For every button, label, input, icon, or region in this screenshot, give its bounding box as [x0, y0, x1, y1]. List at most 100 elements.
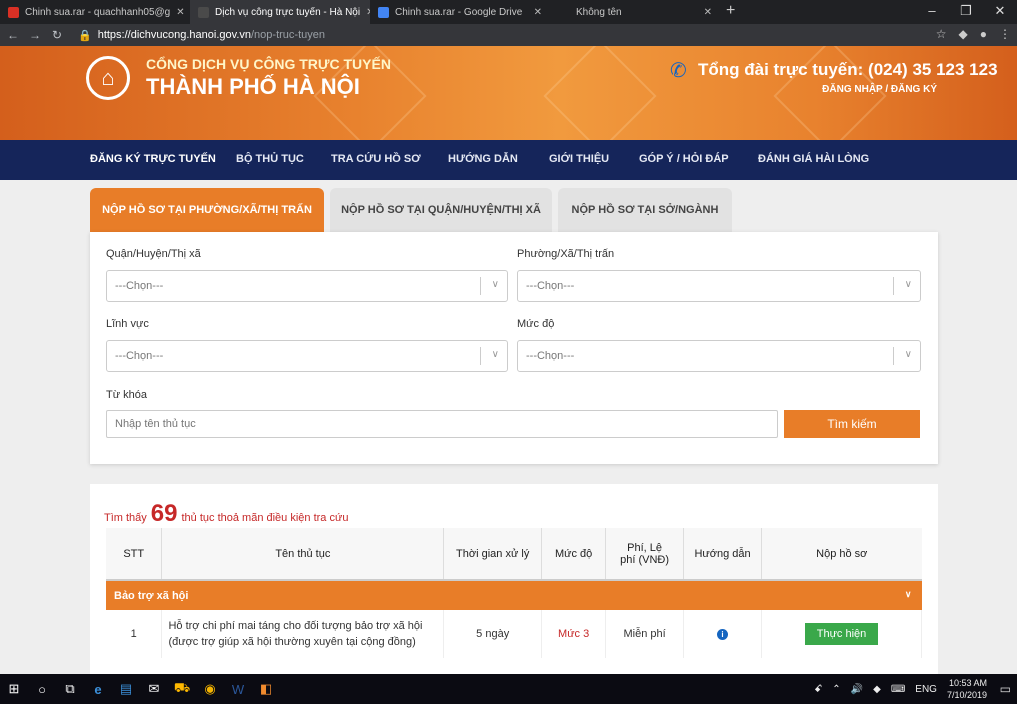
nav-huong-dan[interactable]: HƯỚNG DẪN — [448, 153, 518, 165]
select-value: ---Chọn--- — [526, 350, 575, 362]
volume-icon[interactable]: 🔊 — [851, 684, 863, 695]
row-guide: i — [683, 610, 763, 658]
word-icon[interactable]: W — [224, 674, 252, 704]
col-stt: STT — [106, 528, 163, 581]
browser-tab-label: Dịch vụ công trực tuyến - Hà Nội — [215, 6, 361, 18]
browser-tab-gmail[interactable]: Chinh sua.rar - quachhanh05@g ✕ — [0, 0, 190, 24]
clock-time: 10:53 AM — [948, 678, 987, 688]
info-icon[interactable]: i — [717, 629, 729, 640]
district-label: Quận/Huyện/Thị xã — [106, 248, 201, 260]
col-phi: Phí, Lệ phí (VNĐ) — [605, 528, 685, 581]
file-explorer-icon[interactable]: ▤ — [112, 674, 140, 704]
keyword-input[interactable] — [106, 410, 778, 438]
search-button[interactable]: Tìm kiếm — [784, 410, 920, 438]
hanoi-logo-icon[interactable]: ⌂ — [86, 56, 130, 100]
tab-quan-huyen[interactable]: NỘP HỒ SƠ TẠI QUẬN/HUYỆN/THỊ XÃ — [330, 188, 552, 232]
select-value: ---Chọn--- — [115, 350, 164, 362]
task-view-icon[interactable]: ⧉ — [56, 674, 84, 704]
people-icon[interactable]: ꗃ — [814, 684, 822, 695]
table-row: 1 Hỗ trợ chi phí mai táng cho đối tượng … — [106, 610, 922, 658]
row-procedure-name[interactable]: Hỗ trợ chi phí mai táng cho đối tượng bả… — [161, 610, 445, 658]
browser-tab-dichvucong[interactable]: Dịch vụ công trực tuyến - Hà Nội ✕ — [190, 0, 370, 24]
language-indicator[interactable]: ENG — [915, 684, 937, 695]
nav-gop-y-hoi-dap[interactable]: GÓP Ý / HỎI ĐÁP — [639, 153, 729, 165]
group-row[interactable]: Bảo trợ xã hội ∨ — [106, 580, 922, 610]
nav-danh-gia-hai-long[interactable]: ĐÁNH GIÁ HÀI LÒNG — [758, 153, 869, 165]
forward-icon[interactable]: → — [26, 28, 44, 42]
close-icon[interactable]: ✕ — [704, 7, 712, 18]
url-host: https://dichvucong.hanoi.gov.vn — [97, 29, 251, 41]
lock-icon: 🔒 — [78, 29, 92, 42]
chevron-down-icon: ∨ — [904, 279, 912, 290]
col-huong-dan: Hướng dẫn — [683, 528, 763, 581]
district-select[interactable]: ---Chọn--- ∨ — [106, 270, 508, 302]
browser-tab-strip: Chinh sua.rar - quachhanh05@g ✕ Dịch vụ … — [0, 0, 1017, 24]
chrome-icon[interactable]: ◉ — [196, 674, 224, 704]
divider — [893, 277, 894, 295]
toolbar-icons: ☆ ◆ ● ⋮ — [936, 27, 1011, 41]
browser-tab-label: Không tên — [576, 6, 622, 18]
close-window-icon[interactable]: ✕ — [983, 0, 1017, 24]
keyboard-icon[interactable]: ⌨ — [891, 684, 905, 695]
nav-gioi-thieu[interactable]: GIỚI THIỆU — [549, 153, 609, 165]
ward-select[interactable]: ---Chọn--- ∨ — [517, 270, 921, 302]
tab-phuong-xa[interactable]: NỘP HỒ SƠ TẠI PHƯỜNG/XÃ/THỊ TRẤN — [90, 188, 324, 232]
network-icon[interactable]: ◆ — [873, 684, 881, 695]
edge-icon[interactable]: e — [84, 674, 112, 704]
result-count: Tìm thấy 69 thủ tục thoả mãn điều kiện t… — [104, 500, 348, 528]
site-header: ⌂ CỔNG DỊCH VỤ CÔNG TRỰC TUYẾN THÀNH PHỐ… — [0, 46, 1017, 140]
store-icon[interactable]: ⛟ — [168, 674, 196, 704]
hotline-text: Tổng đài trực tuyến: (024) 35 123 123 — [698, 60, 998, 79]
login-register-link[interactable]: ĐĂNG NHẬP / ĐĂNG KÝ — [822, 84, 937, 95]
row-submit: Thực hiện — [761, 610, 922, 658]
drive-icon — [378, 6, 389, 18]
show-hidden-icon[interactable]: ⌃ — [832, 684, 840, 695]
new-tab-button[interactable]: + — [726, 0, 735, 24]
app-icon[interactable]: ◧ — [252, 674, 280, 704]
row-stt: 1 — [106, 610, 163, 658]
extension-icon[interactable]: ◆ — [959, 27, 968, 41]
portal-name: CỔNG DỊCH VỤ CÔNG TRỰC TUYẾN — [146, 56, 391, 72]
decorative-pattern — [543, 46, 657, 140]
col-ten-thu-tuc: Tên thủ tục — [161, 528, 445, 581]
result-suffix: thủ tục thoả mãn điều kiện tra cứu — [181, 512, 349, 524]
nav-dang-ky-truc-tuyen[interactable]: ĐĂNG KÝ TRỰC TUYẾN — [90, 153, 216, 165]
chevron-down-icon: ∨ — [491, 279, 499, 290]
profile-avatar-icon[interactable]: ● — [980, 27, 987, 41]
browser-tab-drive[interactable]: Chinh sua.rar - Google Drive ✕ — [370, 0, 550, 24]
thuc-hien-button[interactable]: Thực hiện — [804, 623, 879, 645]
col-muc-do: Mức độ — [541, 528, 607, 581]
nav-bo-thu-tuc[interactable]: BỘ THỦ TỤC — [236, 153, 304, 165]
menu-icon[interactable]: ⋮ — [999, 27, 1011, 41]
windows-start-icon[interactable]: ⊞ — [0, 674, 28, 704]
level-select[interactable]: ---Chọn--- ∨ — [517, 340, 921, 372]
url-field[interactable]: 🔒 https://dichvucong.hanoi.gov.vn/nop-tr… — [78, 29, 325, 42]
star-icon[interactable]: ☆ — [936, 27, 947, 41]
notification-icon[interactable]: ▭ — [1000, 682, 1011, 696]
minimize-icon[interactable]: – — [915, 0, 949, 24]
phone-icon: ✆ — [670, 60, 687, 82]
mail-icon[interactable]: ✉ — [140, 674, 168, 704]
clock[interactable]: 10:53 AM 7/10/2019 — [947, 677, 987, 701]
select-value: ---Chọn--- — [526, 280, 575, 292]
maximize-icon[interactable]: ❐ — [949, 0, 983, 24]
close-icon[interactable]: ✕ — [534, 7, 542, 18]
group-title: Bảo trợ xã hội — [114, 589, 189, 602]
taskbar: ⊞ ○ ⧉ e ▤ ✉ ⛟ ◉ W ◧ ꗃ ⌃ 🔊 ◆ ⌨ ENG 10:53 … — [0, 674, 1017, 704]
reload-icon[interactable]: ↻ — [48, 28, 66, 42]
chevron-down-icon: ∨ — [904, 349, 912, 360]
field-select[interactable]: ---Chọn--- ∨ — [106, 340, 508, 372]
address-bar: ← → ↻ 🔒 https://dichvucong.hanoi.gov.vn/… — [0, 24, 1017, 46]
ward-label: Phường/Xã/Thị trấn — [517, 248, 615, 260]
nav-tra-cuu-ho-so[interactable]: TRA CỨU HỒ SƠ — [331, 153, 421, 165]
search-panel: Quận/Huyện/Thị xã ---Chọn--- ∨ Phường/Xã… — [90, 232, 938, 464]
close-icon[interactable]: ✕ — [176, 7, 184, 18]
back-icon[interactable]: ← — [4, 28, 22, 42]
chevron-down-icon: ∨ — [904, 589, 912, 599]
tab-so-nganh[interactable]: NỘP HỒ SƠ TẠI SỞ/NGÀNH — [558, 188, 732, 232]
level-label: Mức độ — [517, 318, 555, 330]
city-name: THÀNH PHỐ HÀ NỘI — [146, 74, 360, 99]
search-icon[interactable]: ○ — [28, 674, 56, 704]
row-time: 5 ngày — [443, 610, 543, 658]
browser-tab-untitled[interactable]: Không tên ✕ — [550, 0, 720, 24]
